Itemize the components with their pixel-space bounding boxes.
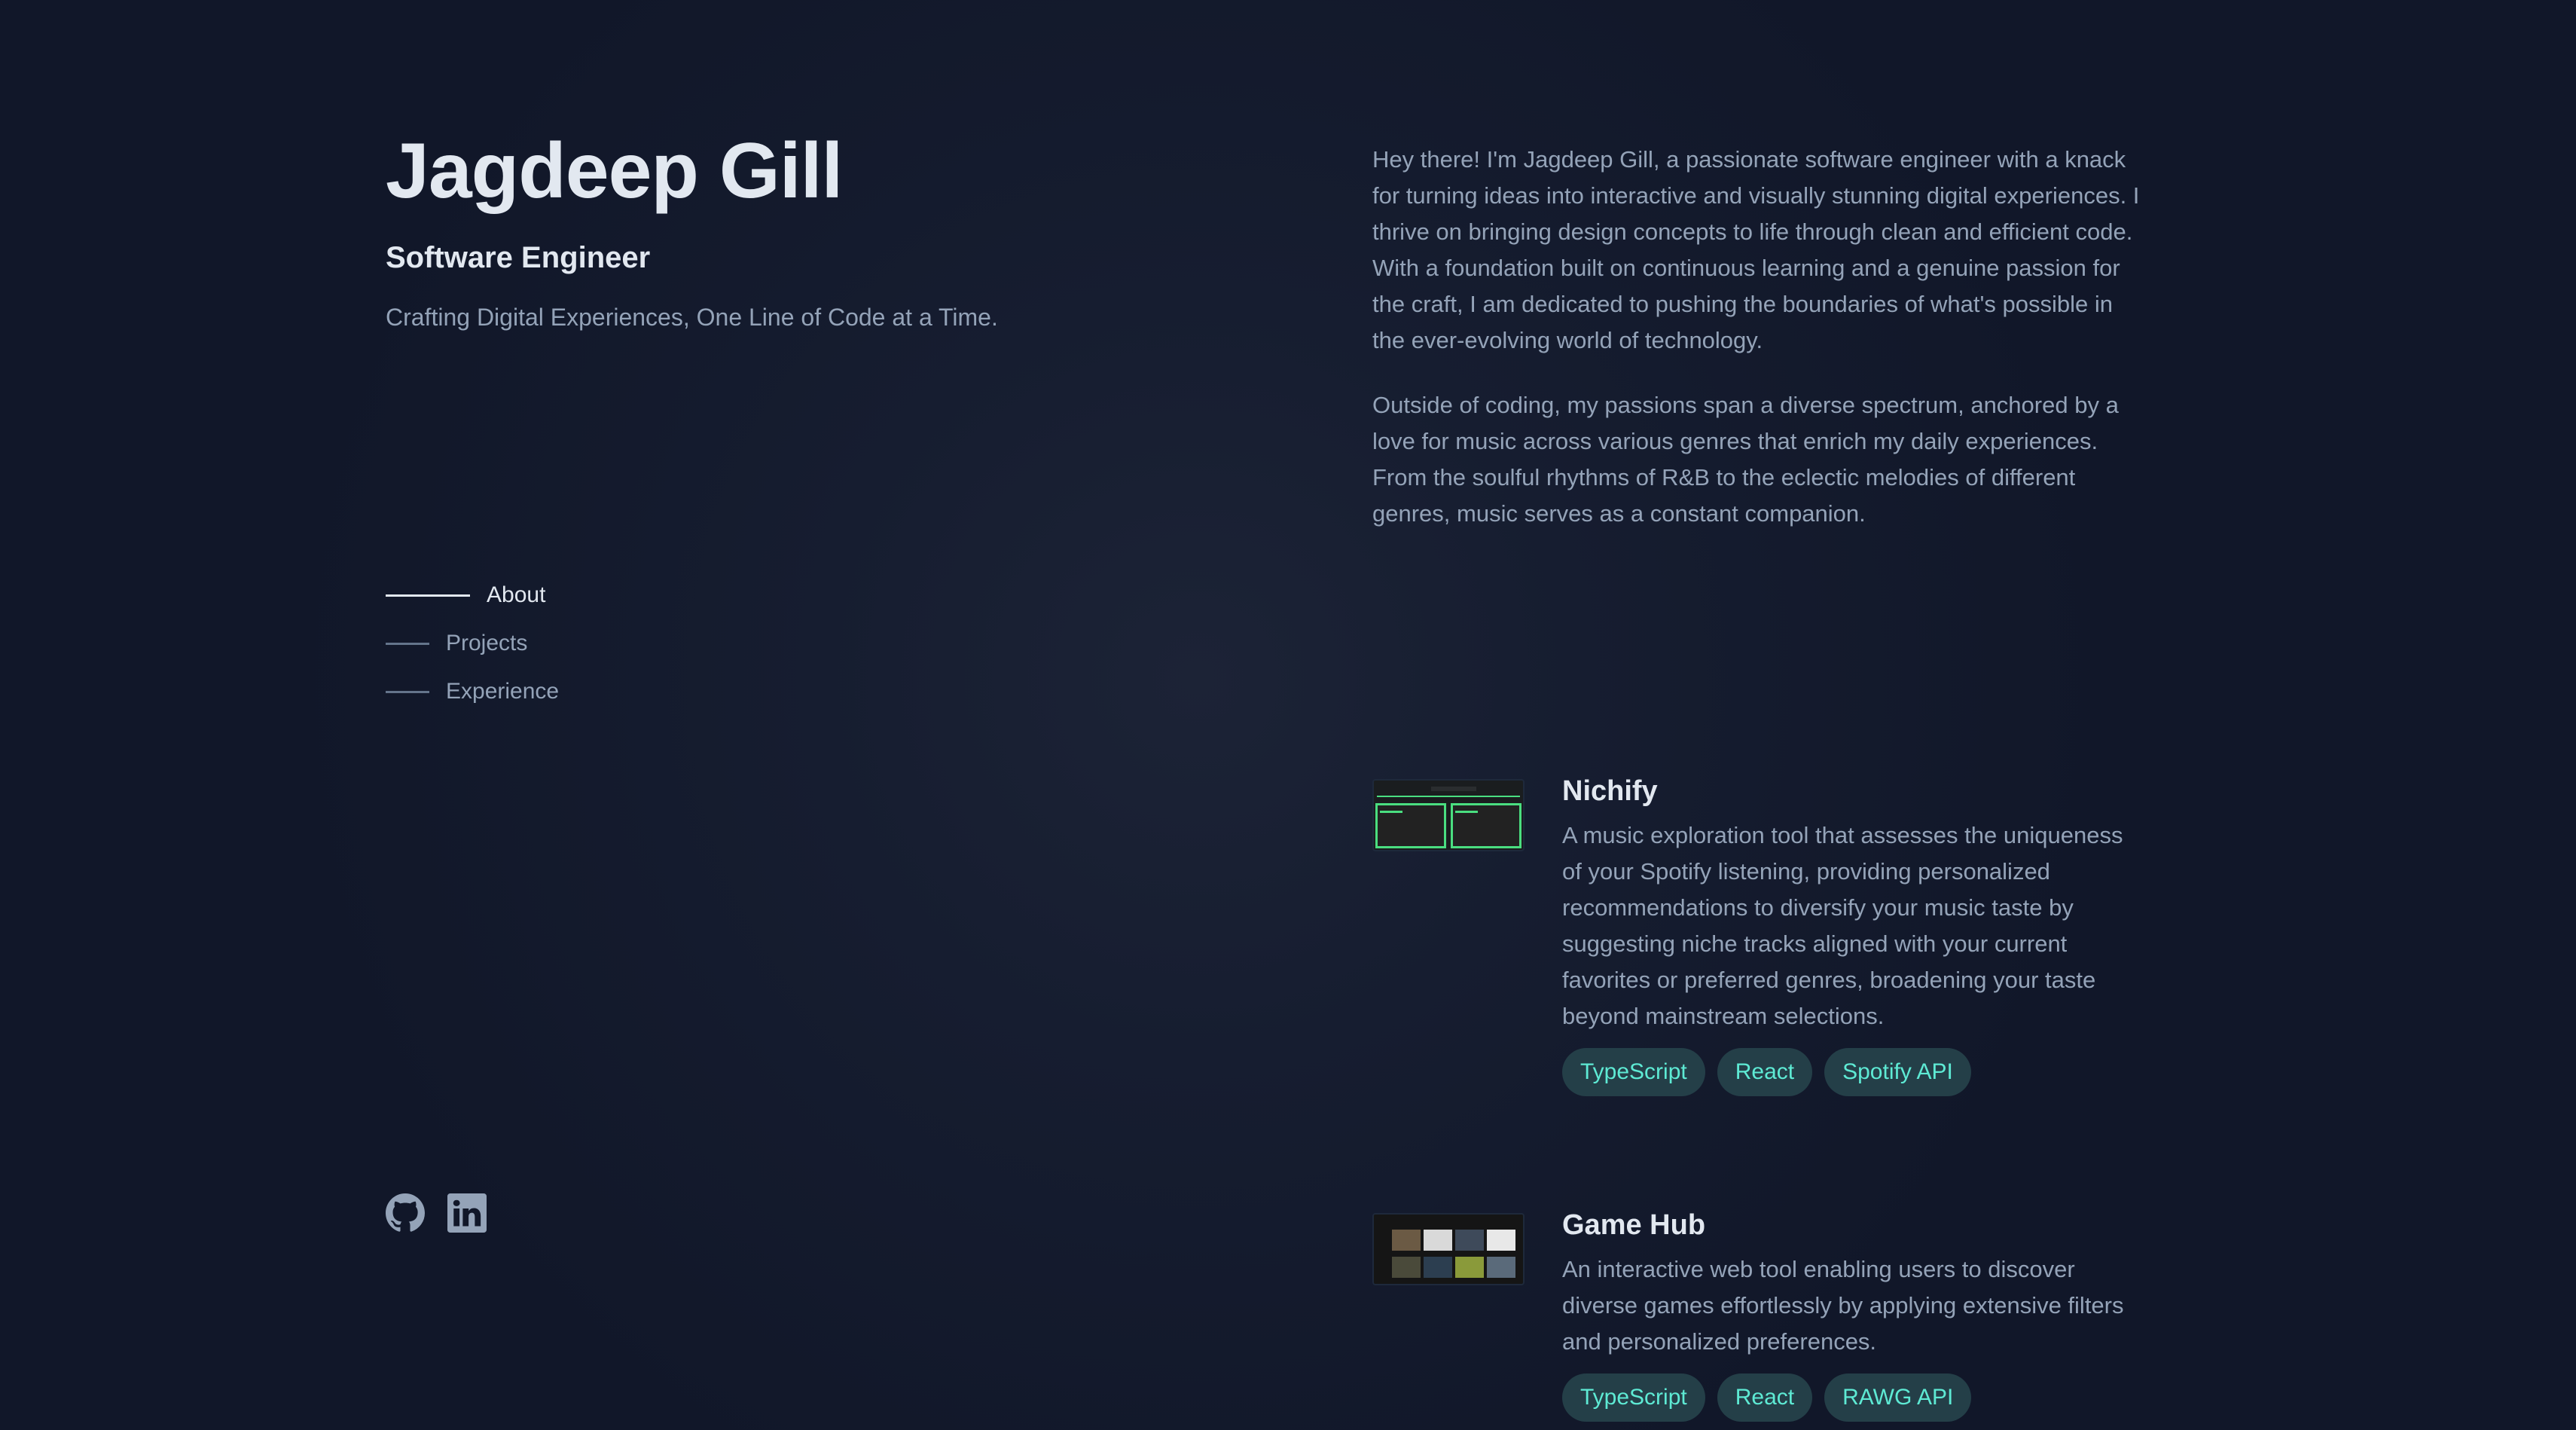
tag-list: TypeScript React Spotify API (1562, 1048, 2141, 1097)
github-link[interactable] (386, 1193, 425, 1233)
nav-item-about[interactable]: About (386, 571, 559, 619)
nav-label-about: About (487, 582, 546, 607)
project-description: A music exploration tool that assesses t… (1562, 822, 2123, 1030)
page-title: Jagdeep Gill (386, 127, 843, 215)
tag: RAWG API (1824, 1373, 1972, 1422)
tag-list: TypeScript React RAWG API (1562, 1373, 2141, 1422)
project-description: An interactive web tool enabling users t… (1562, 1256, 2124, 1355)
tag: Spotify API (1824, 1048, 1971, 1097)
job-title: Software Engineer (386, 241, 651, 275)
nav-label-projects: Projects (446, 631, 528, 655)
about-paragraph: Hey there! I'm Jagdeep Gill, a passionat… (1372, 146, 2140, 353)
project-thumbnail (1372, 1213, 1525, 1285)
nav-indicator (386, 690, 429, 693)
about-section: Hey there! I'm Jagdeep Gill, a passionat… (1372, 142, 2141, 561)
project-title: Game Hub (1562, 1209, 1706, 1241)
header: Jagdeep Gill Software Engineer Crafting … (386, 128, 1214, 332)
project-card-nichify[interactable]: Nichify A music exploration tool that as… (1372, 773, 2141, 1097)
nav-item-experience[interactable]: Experience (386, 668, 559, 716)
tagline: Crafting Digital Experiences, One Line o… (386, 304, 998, 332)
github-icon (386, 1193, 425, 1232)
tag: TypeScript (1562, 1373, 1705, 1422)
tag: React (1717, 1373, 1813, 1422)
tag: TypeScript (1562, 1048, 1705, 1097)
project-thumbnail (1372, 779, 1525, 851)
linkedin-icon (447, 1193, 487, 1233)
tag: React (1717, 1048, 1813, 1097)
nav-indicator (386, 642, 429, 645)
nav-label-experience: Experience (446, 679, 560, 704)
linkedin-link[interactable] (447, 1193, 487, 1233)
project-card-game-hub[interactable]: Game Hub An interactive web tool enablin… (1372, 1207, 2141, 1422)
project-title: Nichify (1562, 775, 1658, 807)
about-paragraph: Outside of coding, my passions span a di… (1372, 392, 2119, 527)
social-links (386, 1193, 487, 1233)
section-nav: About Projects Experience (386, 571, 559, 716)
nav-item-projects[interactable]: Projects (386, 619, 559, 668)
nav-indicator (386, 594, 470, 597)
